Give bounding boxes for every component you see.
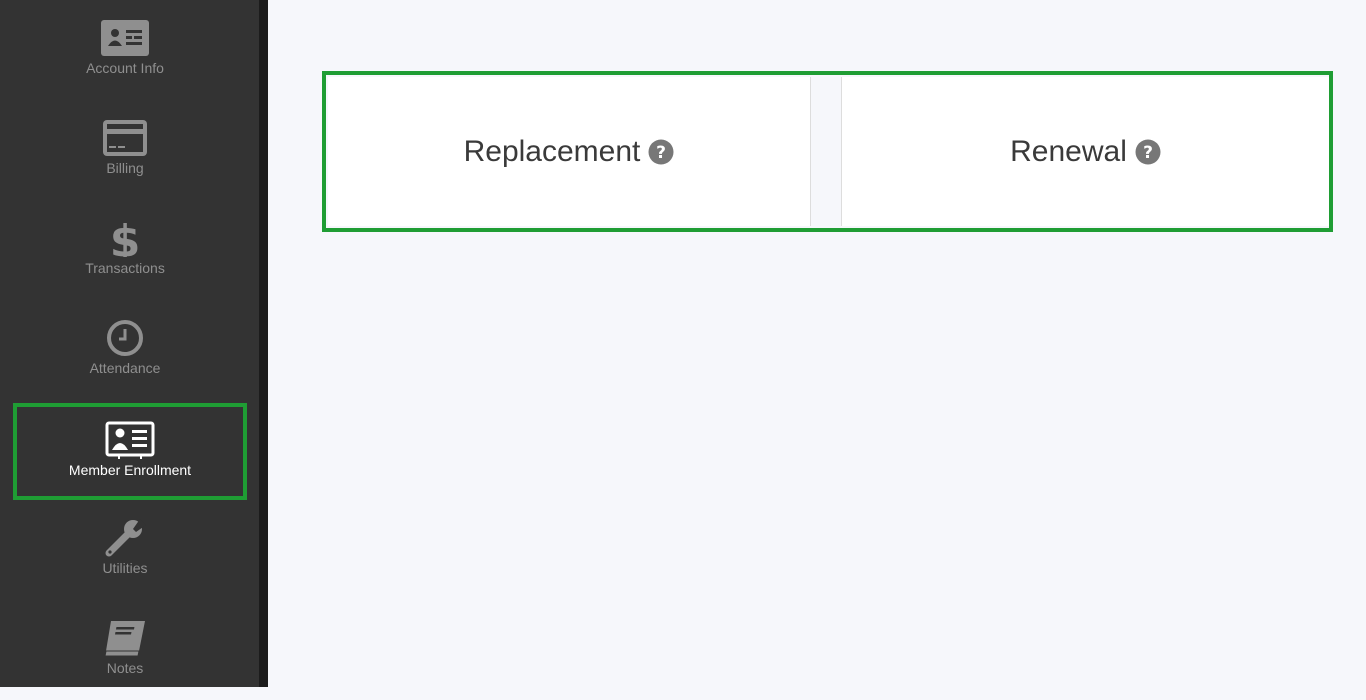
sidebar-item-label: Transactions — [85, 260, 165, 276]
sidebar-item-billing[interactable]: Billing — [0, 100, 250, 200]
sidebar-item-member-enrollment[interactable]: Member Enrollment — [13, 403, 247, 500]
question-circle-icon[interactable]: ? — [648, 139, 674, 165]
sidebar-item-notes[interactable]: Notes — [0, 600, 250, 700]
sidebar-item-label: Member Enrollment — [68, 462, 192, 478]
book-icon — [100, 619, 150, 657]
svg-text:?: ? — [1143, 143, 1153, 163]
sidebar: Account Info Billing $ Transactions Atte… — [0, 0, 259, 687]
enrollment-options: Replacement ? Renewal ? — [322, 71, 1333, 232]
credit-card-icon — [100, 119, 150, 157]
svg-text:$: $ — [110, 219, 141, 257]
sidebar-item-account-info[interactable]: Account Info — [0, 0, 250, 100]
renewal-label: Renewal — [1010, 134, 1127, 168]
sidebar-item-label: Utilities — [102, 560, 148, 576]
id-card-icon — [100, 19, 150, 57]
clock-icon — [100, 319, 150, 357]
dollar-icon: $ — [100, 219, 150, 257]
sidebar-item-utilities[interactable]: Utilities — [0, 500, 250, 600]
sidebar-item-label: Account Info — [86, 60, 164, 76]
svg-text:?: ? — [656, 143, 666, 163]
sidebar-item-transactions[interactable]: $ Transactions — [0, 200, 250, 300]
sidebar-divider — [259, 0, 268, 687]
renewal-option[interactable]: Renewal ? — [841, 77, 1329, 226]
question-circle-icon[interactable]: ? — [1135, 139, 1161, 165]
wrench-icon — [100, 519, 150, 557]
id-badge-icon — [105, 421, 155, 459]
sidebar-item-attendance[interactable]: Attendance — [0, 300, 250, 400]
sidebar-item-label: Attendance — [89, 360, 161, 376]
replacement-option[interactable]: Replacement ? — [328, 77, 811, 226]
sidebar-item-label: Notes — [106, 660, 144, 676]
sidebar-item-label: Billing — [106, 160, 144, 176]
replacement-label: Replacement — [463, 134, 641, 168]
